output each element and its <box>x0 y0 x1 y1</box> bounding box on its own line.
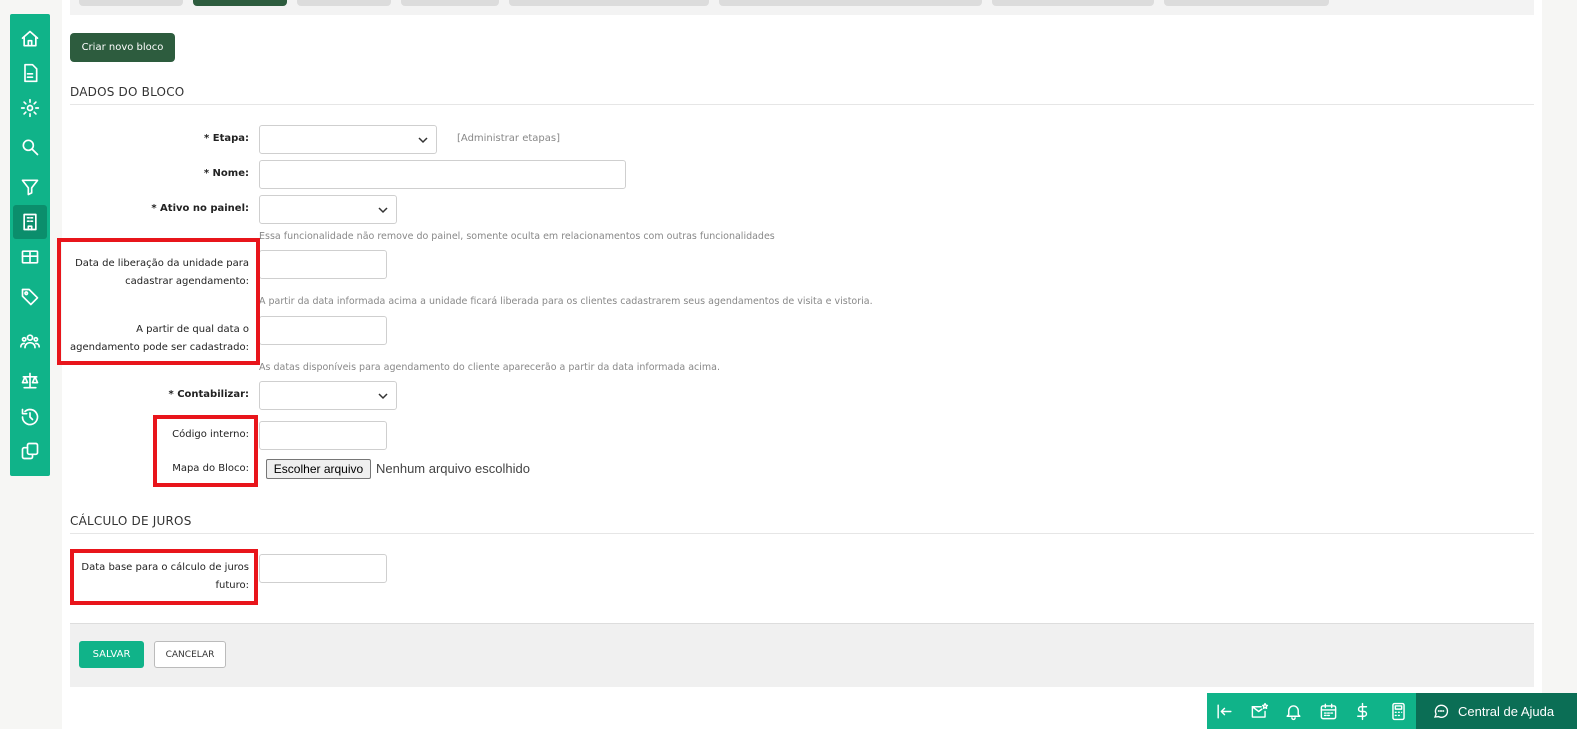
highlight-box-scheduling <box>57 238 260 365</box>
bell-icon <box>1285 704 1301 720</box>
sidebar-item-settings[interactable] <box>10 91 50 125</box>
nome-input[interactable] <box>259 160 626 189</box>
contabilizar-select[interactable] <box>259 381 397 410</box>
tab-1[interactable] <box>79 0 183 6</box>
sidebar-item-home[interactable] <box>10 22 50 56</box>
data-liberacao-input[interactable] <box>259 250 387 279</box>
tab-6[interactable] <box>719 0 982 6</box>
tab-7[interactable] <box>992 0 1154 6</box>
sidebar <box>10 14 50 476</box>
sidebar-item-copy[interactable] <box>10 434 50 468</box>
tab-3[interactable] <box>297 0 391 6</box>
data-agendamento-hint: As datas disponíveis para agendamento do… <box>259 362 721 373</box>
tag-icon <box>21 288 39 306</box>
section-title-block-data: DADOS DO BLOCO <box>70 85 185 99</box>
notifications-button[interactable] <box>1276 693 1310 729</box>
ativo-painel-hint: Essa funcionalidade não remove do painel… <box>259 231 775 242</box>
filter-icon <box>21 179 39 196</box>
sidebar-item-table[interactable] <box>10 240 50 274</box>
chat-help-icon <box>1433 704 1449 718</box>
calculator-button[interactable] <box>1381 693 1415 729</box>
save-button[interactable]: SALVAR <box>79 641 144 668</box>
ativo-painel-select[interactable] <box>259 195 397 224</box>
sidebar-item-search[interactable] <box>10 130 50 164</box>
sidebar-item-history[interactable] <box>10 400 50 434</box>
chevron-down-icon <box>378 392 388 399</box>
chevron-down-icon <box>378 206 388 213</box>
tab-4[interactable] <box>401 0 499 6</box>
sidebar-item-users[interactable] <box>10 324 50 358</box>
gear-icon <box>20 98 40 118</box>
copy-icon <box>21 442 39 460</box>
sidebar-item-documents[interactable] <box>10 56 50 90</box>
home-icon <box>21 30 39 47</box>
file-status-text: Nenhum arquivo escolhido <box>376 461 530 476</box>
choose-file-button[interactable]: Escolher arquivo <box>266 459 371 479</box>
document-icon <box>24 63 38 83</box>
section-divider <box>70 104 1534 105</box>
section-divider <box>70 533 1534 534</box>
create-block-button[interactable]: Criar novo bloco <box>70 33 175 62</box>
dollar-icon <box>1356 702 1367 720</box>
collapse-left-icon <box>1216 703 1232 719</box>
cancel-button[interactable]: CANCELAR <box>154 641 226 668</box>
contabilizar-label: * Contabilizar: <box>168 389 249 400</box>
history-icon <box>21 408 39 426</box>
chevron-down-icon <box>418 136 428 143</box>
calendar-icon <box>1320 703 1336 719</box>
help-center-button[interactable]: Central de Ajuda <box>1416 693 1577 729</box>
highlight-box-interest <box>70 549 258 605</box>
search-icon <box>22 139 39 156</box>
nome-label: * Nome: <box>203 168 249 179</box>
etapa-label: * Etapa: <box>204 133 249 144</box>
section-title-interest: CÁLCULO DE JUROS <box>70 514 192 528</box>
data-base-juros-input[interactable] <box>259 554 387 583</box>
collapse-button[interactable] <box>1207 693 1241 729</box>
calculator-icon <box>1391 702 1405 720</box>
calendar-button[interactable] <box>1311 693 1345 729</box>
codigo-interno-input[interactable] <box>259 421 387 450</box>
manage-stages-link[interactable]: [Administrar etapas] <box>457 133 560 144</box>
tab-8[interactable] <box>1164 0 1329 6</box>
sidebar-item-filter[interactable] <box>10 170 50 204</box>
tab-2-active[interactable] <box>193 0 287 6</box>
highlight-box-code-map <box>153 415 258 487</box>
sidebar-item-legal[interactable] <box>10 364 50 398</box>
form-actions-bar <box>70 623 1534 687</box>
finance-button[interactable] <box>1345 693 1379 729</box>
users-icon <box>20 334 40 349</box>
building-icon <box>23 213 37 231</box>
tab-strip <box>70 0 1534 15</box>
table-icon <box>21 250 39 264</box>
sidebar-item-tags[interactable] <box>10 280 50 314</box>
data-agendamento-input[interactable] <box>259 316 387 345</box>
help-center-label: Central de Ajuda <box>1458 703 1555 719</box>
ativo-painel-label: * Ativo no painel: <box>151 203 249 214</box>
scale-icon <box>21 372 39 389</box>
tab-5[interactable] <box>509 0 709 6</box>
etapa-select[interactable] <box>259 125 437 154</box>
bottom-toolbar <box>1207 693 1416 729</box>
sidebar-item-buildings[interactable] <box>13 205 47 239</box>
mail-star-icon <box>1251 702 1268 718</box>
messages-button[interactable] <box>1242 693 1276 729</box>
data-liberacao-hint: A partir da data informada acima a unida… <box>259 296 873 307</box>
